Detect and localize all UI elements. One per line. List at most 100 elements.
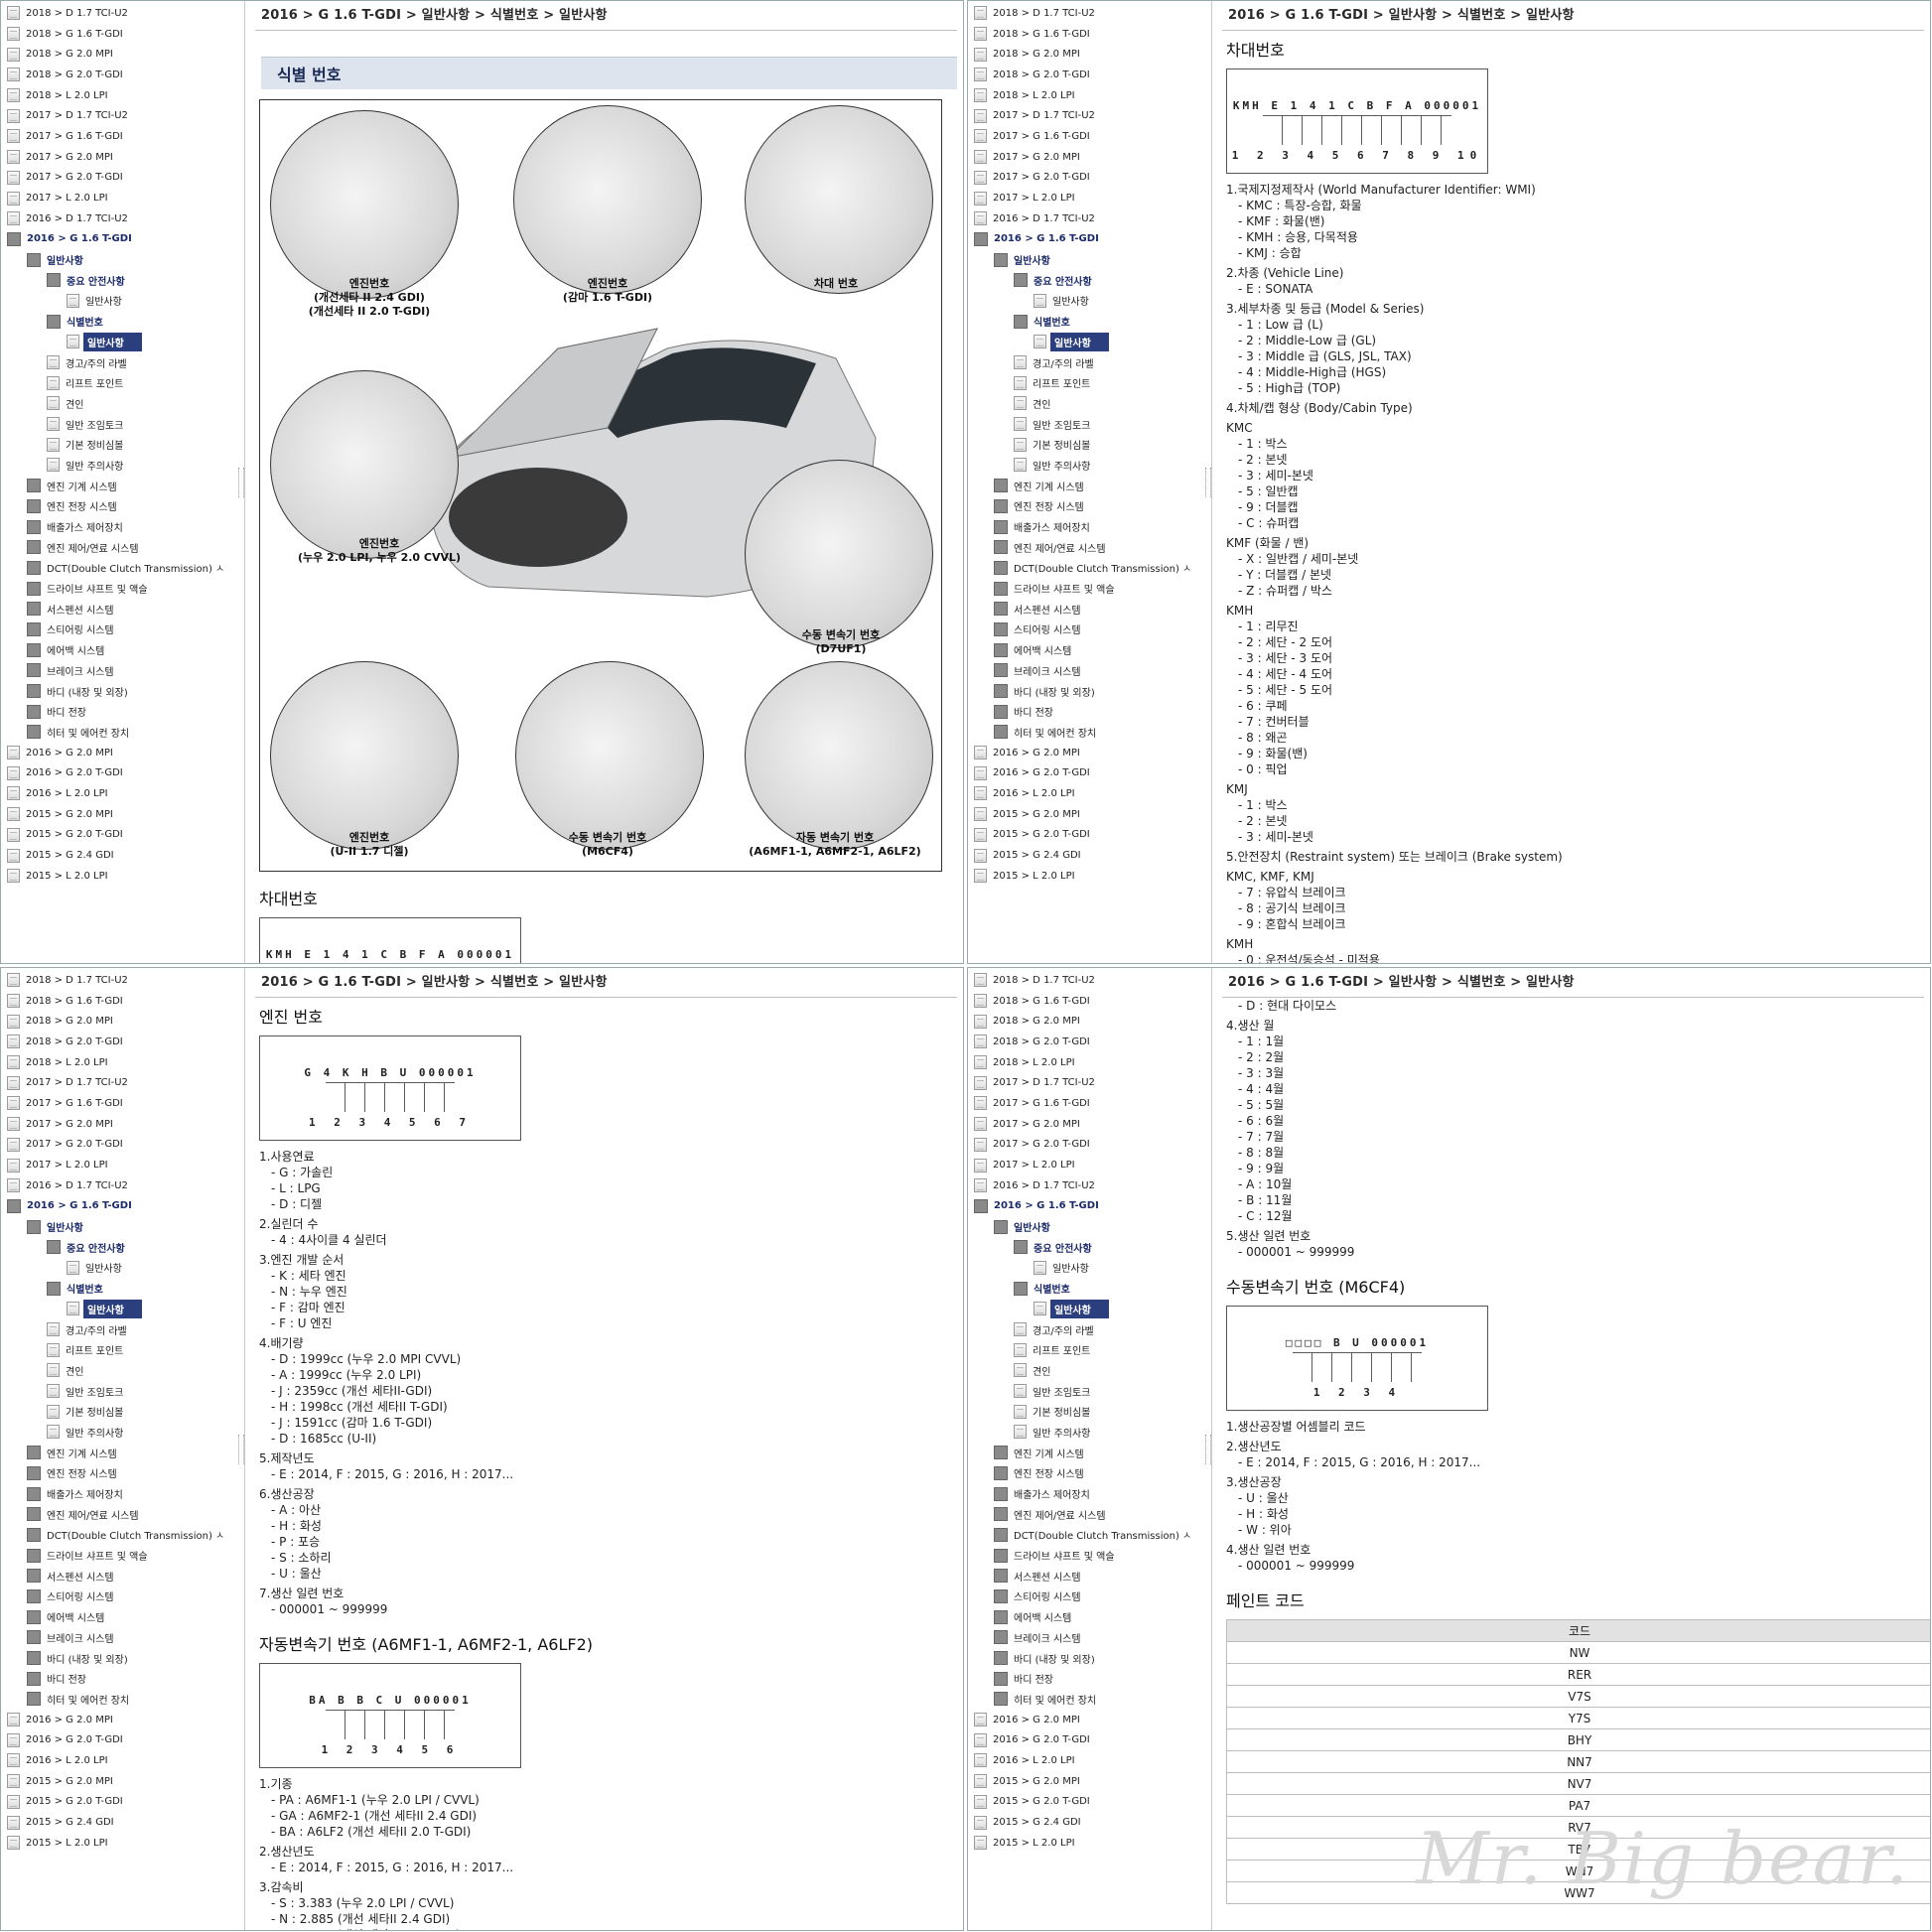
sidebar-item[interactable]: 엔진 제어/연료 시스템 (1, 537, 244, 558)
sidebar-item[interactable]: 스티어링 시스템 (968, 620, 1211, 640)
sidebar-item[interactable]: 중요 안전사항 (1, 270, 244, 291)
sidebar-item[interactable]: 견인 (1, 1360, 244, 1381)
sidebar-item[interactable]: 2017 > G 2.0 T-GDI (1, 1135, 244, 1156)
sidebar-item[interactable]: 2016 > G 1.6 T-GDI (968, 1196, 1211, 1217)
sidebar-item[interactable]: 식별번호 (1, 1278, 244, 1299)
sidebar-item[interactable]: 경고/주의 라벨 (968, 1319, 1211, 1340)
sidebar-item[interactable]: 일반사항 (1, 1299, 244, 1319)
sidebar-item[interactable]: 바디 전장 (968, 701, 1211, 722)
sidebar-item[interactable]: 기본 정비심볼 (968, 1401, 1211, 1422)
sidebar-item[interactable]: 2018 > G 2.0 T-GDI (1, 1032, 244, 1052)
sidebar-item[interactable]: 2017 > G 1.6 T-GDI (1, 1093, 244, 1114)
sidebar-item[interactable]: 2018 > G 2.0 MPI (1, 1011, 244, 1032)
sidebar-item[interactable]: 2018 > L 2.0 LPI (1, 1052, 244, 1073)
sidebar-item[interactable]: 2016 > G 2.0 MPI (968, 743, 1211, 763)
sidebar-item[interactable]: 기본 정비심볼 (1, 1401, 244, 1422)
sidebar-item[interactable]: 기본 정비심볼 (968, 434, 1211, 455)
splitter-handle[interactable] (238, 1435, 244, 1464)
sidebar-item[interactable]: 일반사항 (968, 1216, 1211, 1237)
sidebar-item[interactable]: 2018 > G 1.6 T-GDI (1, 24, 244, 45)
sidebar-item[interactable]: 엔진 기계 시스템 (968, 1443, 1211, 1463)
sidebar-item[interactable]: 경고/주의 라벨 (1, 1319, 244, 1340)
sidebar-item[interactable]: 2015 > L 2.0 LPI (1, 1833, 244, 1854)
sidebar-item[interactable]: 스티어링 시스템 (968, 1587, 1211, 1607)
sidebar-item[interactable]: 2016 > L 2.0 LPI (968, 1750, 1211, 1771)
sidebar-item[interactable]: 엔진 제어/연료 시스템 (968, 1504, 1211, 1525)
sidebar-item[interactable]: 2016 > G 2.0 T-GDI (1, 762, 244, 783)
sidebar-item[interactable]: 식별번호 (968, 1278, 1211, 1299)
sidebar-item[interactable]: 2016 > D 1.7 TCI-U2 (1, 208, 244, 229)
sidebar-item[interactable]: 2015 > G 2.0 T-GDI (968, 1792, 1211, 1813)
sidebar-tree[interactable]: 2018 > D 1.7 TCI-U2 2018 > G 1.6 T-GDI 201… (1, 1, 245, 963)
sidebar-item[interactable]: DCT(Double Clutch Transmission) ㅅ (968, 1525, 1211, 1546)
sidebar-item[interactable]: 일반사항 (1, 291, 244, 312)
sidebar-item[interactable]: 엔진 기계 시스템 (968, 476, 1211, 496)
sidebar-item[interactable]: 히터 및 에어컨 장치 (1, 1689, 244, 1710)
sidebar-item[interactable]: 일반사항 (968, 1299, 1211, 1319)
sidebar-item[interactable]: 2018 > G 2.0 MPI (1, 44, 244, 65)
sidebar-item[interactable]: 식별번호 (968, 311, 1211, 332)
sidebar-item[interactable]: 2017 > D 1.7 TCI-U2 (968, 105, 1211, 126)
sidebar-item[interactable]: 바디 (내장 및 외장) (1, 1648, 244, 1669)
sidebar-item[interactable]: 2015 > G 2.0 MPI (1, 804, 244, 825)
sidebar-item[interactable]: 히터 및 에어컨 장치 (968, 1689, 1211, 1710)
sidebar-item[interactable]: 엔진 전장 시스템 (1, 1463, 244, 1484)
sidebar-item[interactable]: 2018 > L 2.0 LPI (1, 85, 244, 106)
sidebar-item[interactable]: 일반사항 (1, 1258, 244, 1279)
sidebar-item[interactable]: 에어백 시스템 (1, 639, 244, 660)
sidebar-item[interactable]: 일반 주의사항 (968, 1422, 1211, 1443)
sidebar-item[interactable]: 일반사항 (1, 1216, 244, 1237)
sidebar-item[interactable]: 2018 > G 2.0 T-GDI (968, 1032, 1211, 1052)
sidebar-item[interactable]: 2018 > G 2.0 T-GDI (968, 65, 1211, 85)
splitter-handle[interactable] (1205, 468, 1211, 497)
sidebar-item[interactable]: 엔진 전장 시스템 (1, 496, 244, 517)
sidebar-item[interactable]: 엔진 제어/연료 시스템 (1, 1504, 244, 1525)
sidebar-item[interactable]: 2015 > G 2.0 MPI (968, 1771, 1211, 1792)
sidebar-item[interactable]: 브레이크 시스템 (968, 1627, 1211, 1648)
sidebar-item[interactable]: 2017 > L 2.0 LPI (968, 1155, 1211, 1175)
content-pane[interactable]: 2016 > G 1.6 T-GDI > 일반사항 > 식별번호 > 일반사항 … (1216, 1, 1930, 963)
sidebar-item[interactable]: 2017 > D 1.7 TCI-U2 (1, 1072, 244, 1093)
sidebar-item[interactable]: 일반사항 (968, 332, 1211, 352)
sidebar-item[interactable]: 바디 전장 (968, 1668, 1211, 1689)
sidebar-item[interactable]: 일반 주의사항 (1, 455, 244, 476)
sidebar-item[interactable]: 일반 조임토크 (1, 414, 244, 435)
sidebar-item[interactable]: 에어백 시스템 (968, 639, 1211, 660)
sidebar-item[interactable]: 일반 조임토크 (968, 1381, 1211, 1402)
sidebar-item[interactable]: 2017 > D 1.7 TCI-U2 (968, 1072, 1211, 1093)
sidebar-item[interactable]: 2018 > L 2.0 LPI (968, 85, 1211, 106)
sidebar-item[interactable]: 일반사항 (1, 249, 244, 270)
sidebar-item[interactable]: 2017 > L 2.0 LPI (1, 188, 244, 208)
sidebar-item[interactable]: 엔진 전장 시스템 (968, 496, 1211, 517)
sidebar-item[interactable]: 견인 (968, 1360, 1211, 1381)
sidebar-item[interactable]: 드라이브 샤프트 및 액슬 (968, 1545, 1211, 1566)
sidebar-item[interactable]: DCT(Double Clutch Transmission) ㅅ (1, 1525, 244, 1546)
sidebar-item[interactable]: 리프트 포인트 (1, 1339, 244, 1360)
sidebar-item[interactable]: 2017 > G 1.6 T-GDI (1, 126, 244, 147)
sidebar-item[interactable]: 2015 > G 2.0 MPI (968, 804, 1211, 825)
sidebar-item[interactable]: 2015 > G 2.4 GDI (968, 845, 1211, 866)
sidebar-item[interactable]: 2018 > G 2.0 MPI (968, 1011, 1211, 1032)
sidebar-item[interactable]: 바디 전장 (1, 701, 244, 722)
sidebar-item[interactable]: 리프트 포인트 (968, 372, 1211, 393)
sidebar-item[interactable]: 배출가스 제어장치 (968, 1483, 1211, 1504)
sidebar-item[interactable]: 2016 > D 1.7 TCI-U2 (968, 208, 1211, 229)
splitter-handle[interactable] (1205, 1435, 1211, 1464)
sidebar-item[interactable]: 2016 > D 1.7 TCI-U2 (1, 1175, 244, 1196)
sidebar-item[interactable]: 중요 안전사항 (968, 1237, 1211, 1258)
sidebar-item[interactable]: 2018 > G 1.6 T-GDI (968, 991, 1211, 1012)
sidebar-item[interactable]: DCT(Double Clutch Transmission) ㅅ (968, 558, 1211, 579)
sidebar-item[interactable]: 2015 > G 2.0 T-GDI (1, 1792, 244, 1813)
sidebar-item[interactable]: 2015 > L 2.0 LPI (968, 1833, 1211, 1854)
sidebar-item[interactable]: 2016 > G 1.6 T-GDI (968, 229, 1211, 250)
content-pane[interactable]: 2016 > G 1.6 T-GDI > 일반사항 > 식별번호 > 일반사항 … (249, 1, 963, 963)
sidebar-item[interactable]: 서스펜션 시스템 (1, 599, 244, 620)
sidebar-item[interactable]: 2018 > G 2.0 T-GDI (1, 65, 244, 85)
sidebar-tree[interactable]: 2018 > D 1.7 TCI-U2 2018 > G 1.6 T-GDI 201… (968, 968, 1212, 1930)
content-pane[interactable]: 2016 > G 1.6 T-GDI > 일반사항 > 식별번호 > 일반사항 … (1216, 968, 1930, 1930)
sidebar-item[interactable]: 2016 > G 2.0 MPI (1, 743, 244, 763)
sidebar-item[interactable]: 2015 > G 2.0 T-GDI (968, 825, 1211, 846)
sidebar-item[interactable]: 서스펜션 시스템 (968, 599, 1211, 620)
sidebar-item[interactable]: 2017 > G 2.0 MPI (1, 1114, 244, 1135)
sidebar-item[interactable]: 일반 조임토크 (968, 414, 1211, 435)
